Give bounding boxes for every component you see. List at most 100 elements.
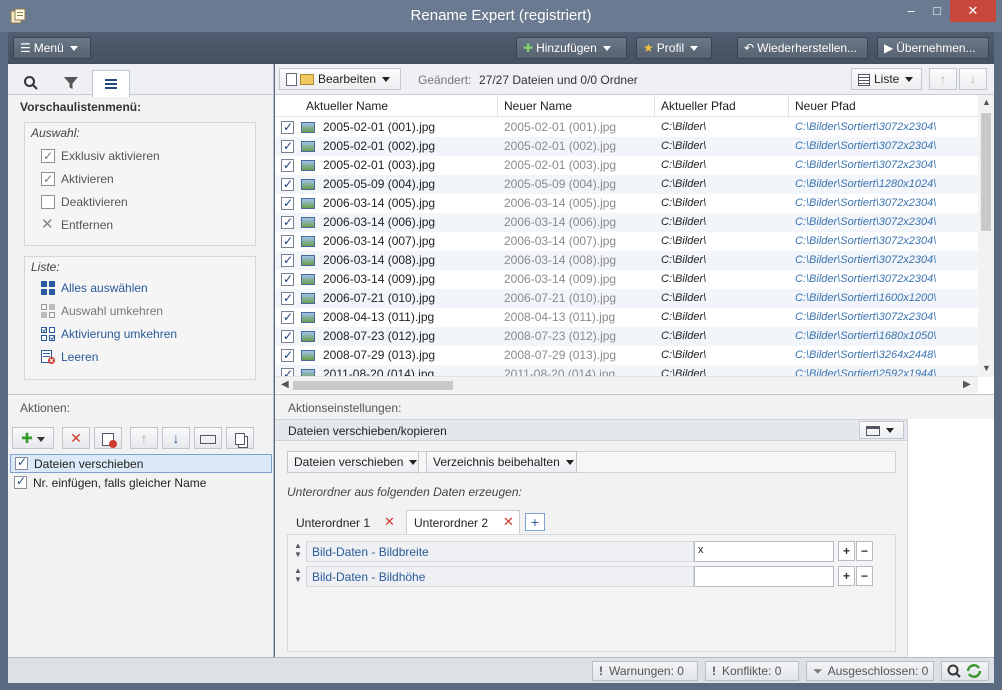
action-item-selected[interactable]: Dateien verschieben xyxy=(10,454,272,473)
table-row[interactable]: 2006-03-14 (008).jpg 2006-03-14 (008).jpg… xyxy=(275,251,978,270)
row-checkbox[interactable] xyxy=(281,270,294,289)
delete-action-button[interactable]: ✕ xyxy=(62,427,90,449)
remove-field-button[interactable]: − xyxy=(856,541,873,561)
table-row[interactable]: 2011-08-20 (014).jpg 2011-08-20 (014).jpg… xyxy=(275,365,978,376)
row-checkbox[interactable] xyxy=(281,118,294,137)
close-tab-icon[interactable]: ✕ xyxy=(503,514,514,530)
table-row[interactable]: 2005-02-01 (003).jpg 2005-02-01 (003).jpg… xyxy=(275,156,978,175)
row-checkbox[interactable] xyxy=(281,156,294,175)
new-path-cell: C:\Bilder\Sortiert\3072x2304\ xyxy=(795,273,937,285)
rename-action-button[interactable] xyxy=(194,427,222,449)
copy-action-button[interactable] xyxy=(226,427,254,449)
table-row[interactable]: 2005-02-01 (002).jpg 2005-02-01 (002).jpg… xyxy=(275,137,978,156)
add-field-button[interactable]: + xyxy=(838,541,855,561)
list-group-title: Liste: xyxy=(31,260,60,274)
list-icon xyxy=(105,79,117,89)
reorder-icon[interactable]: ▲ ▼ xyxy=(292,566,304,586)
row-checkbox[interactable] xyxy=(281,175,294,194)
edit-dropdown[interactable]: Bearbeiten xyxy=(279,68,401,90)
checkbox-checked-icon[interactable] xyxy=(15,455,28,470)
row-checkbox[interactable] xyxy=(281,213,294,232)
current-name-cell: 2006-03-14 (009).jpg xyxy=(323,272,436,286)
action-item[interactable]: Nr. einfügen, falls gleicher Name xyxy=(10,474,272,493)
clear-list-icon xyxy=(102,432,117,448)
row-checkbox[interactable] xyxy=(281,194,294,213)
current-path-cell: C:\Bilder\ xyxy=(661,140,707,152)
apply-button[interactable]: ▶ Übernehmen... xyxy=(877,37,989,59)
minus-icon: − xyxy=(860,569,868,583)
add-action-button[interactable]: ✚ xyxy=(12,427,54,449)
table-row[interactable]: 2006-07-21 (010).jpg 2006-07-21 (010).jpg… xyxy=(275,289,978,308)
warnings-button[interactable]: ! Warnungen: 0 xyxy=(592,661,698,681)
action-down-button[interactable]: ↓ xyxy=(162,427,190,449)
column-new-path[interactable]: Neuer Pfad xyxy=(795,99,856,113)
row-checkbox[interactable] xyxy=(281,308,294,327)
section-view-dropdown[interactable] xyxy=(859,421,904,439)
column-new-name[interactable]: Neuer Name xyxy=(504,99,572,113)
table-row[interactable]: 2008-07-23 (012).jpg 2008-07-23 (012).jpg… xyxy=(275,327,978,346)
filter-tab[interactable] xyxy=(52,70,90,96)
table-row[interactable]: 2006-03-14 (005).jpg 2006-03-14 (005).jpg… xyxy=(275,194,978,213)
field-input-1[interactable]: x xyxy=(694,541,834,562)
add-tab-button[interactable]: + xyxy=(525,513,545,531)
tab-subfolder-1[interactable]: Unterordner 1 ✕ xyxy=(287,511,395,533)
row-checkbox[interactable] xyxy=(281,289,294,308)
view-dropdown[interactable]: Liste xyxy=(851,68,922,90)
checkbox-checked-icon[interactable] xyxy=(14,474,27,489)
table-row[interactable]: 2008-07-29 (013).jpg 2008-07-29 (013).jpg… xyxy=(275,346,978,365)
action-up-button[interactable]: ↑ xyxy=(130,427,158,449)
table-row[interactable]: 2006-03-14 (006).jpg 2006-03-14 (006).jpg… xyxy=(275,213,978,232)
list-menu-tab[interactable] xyxy=(92,70,130,97)
chevron-down-icon xyxy=(69,46,78,52)
table-row[interactable]: 2006-03-14 (009).jpg 2006-03-14 (009).jpg… xyxy=(275,270,978,289)
close-button[interactable]: ✕ xyxy=(950,0,996,22)
row-checkbox[interactable] xyxy=(281,346,294,365)
refresh-search-button[interactable] xyxy=(941,661,989,681)
profile-button[interactable]: ★ Profil xyxy=(636,37,712,59)
clear-actions-button[interactable] xyxy=(94,427,122,449)
add-field-button[interactable]: + xyxy=(838,566,855,586)
new-path-cell: C:\Bilder\Sortiert\2592x1944\ xyxy=(795,368,937,376)
reorder-icon[interactable]: ▲ ▼ xyxy=(292,541,304,561)
excluded-button[interactable]: ⏷ Ausgeschlossen: 0 xyxy=(806,661,934,681)
add-button[interactable]: ✚ Hinzufügen xyxy=(516,37,627,59)
close-tab-icon[interactable]: ✕ xyxy=(384,514,395,530)
table-row[interactable]: 2006-03-14 (007).jpg 2006-03-14 (007).jpg… xyxy=(275,232,978,251)
move-mode-dropdown[interactable]: Dateien verschieben xyxy=(287,451,419,473)
table-row[interactable]: 2005-05-09 (004).jpg 2005-05-09 (004).jpg… xyxy=(275,175,978,194)
document-icon xyxy=(286,73,297,87)
invert-activation-icon xyxy=(41,327,55,341)
subfolder-hint: Unterordner aus folgenden Daten erzeugen… xyxy=(287,485,522,499)
menu-item-label: Entfernen xyxy=(61,218,114,232)
image-file-icon xyxy=(301,236,315,247)
directory-dropdown[interactable]: Verzeichnis beibehalten xyxy=(426,451,577,473)
minimize-button[interactable]: – xyxy=(898,0,924,22)
maximize-button[interactable]: □ xyxy=(924,0,950,22)
horizontal-scrollbar[interactable]: ◀ ▶ xyxy=(275,376,978,393)
restore-button[interactable]: ↶ Wiederherstellen... xyxy=(737,37,868,59)
image-file-icon xyxy=(301,293,315,304)
move-down-button[interactable]: ↓ xyxy=(959,68,987,90)
column-current-path[interactable]: Aktueller Pfad xyxy=(661,99,736,113)
column-current-name[interactable]: Aktueller Name xyxy=(306,99,388,113)
vertical-scroll-thumb[interactable] xyxy=(981,113,991,231)
row-checkbox[interactable] xyxy=(281,327,294,346)
row-checkbox[interactable] xyxy=(281,251,294,270)
search-tab[interactable] xyxy=(12,70,50,96)
current-name-cell: 2008-04-13 (011).jpg xyxy=(323,310,435,324)
tab-subfolder-2[interactable]: Unterordner 2 ✕ xyxy=(406,510,520,534)
horizontal-scroll-thumb[interactable] xyxy=(293,381,453,390)
scroll-down-icon: ▼ xyxy=(982,363,991,373)
row-checkbox[interactable] xyxy=(281,365,294,376)
menu-button[interactable]: ☰ Menü xyxy=(13,37,91,59)
vertical-scrollbar[interactable]: ▲ ▼ xyxy=(978,95,994,377)
move-up-button[interactable]: ↑ xyxy=(929,68,957,90)
row-checkbox[interactable] xyxy=(281,232,294,251)
table-row[interactable]: 2005-02-01 (001).jpg 2005-02-01 (001).jpg… xyxy=(275,118,978,137)
field-input-2[interactable] xyxy=(694,566,834,587)
new-name-cell: 2006-03-14 (007).jpg xyxy=(504,234,617,248)
table-row[interactable]: 2008-04-13 (011).jpg 2008-04-13 (011).jpg… xyxy=(275,308,978,327)
row-checkbox[interactable] xyxy=(281,137,294,156)
conflicts-button[interactable]: ! Konflikte: 0 xyxy=(705,661,799,681)
remove-field-button[interactable]: − xyxy=(856,566,873,586)
